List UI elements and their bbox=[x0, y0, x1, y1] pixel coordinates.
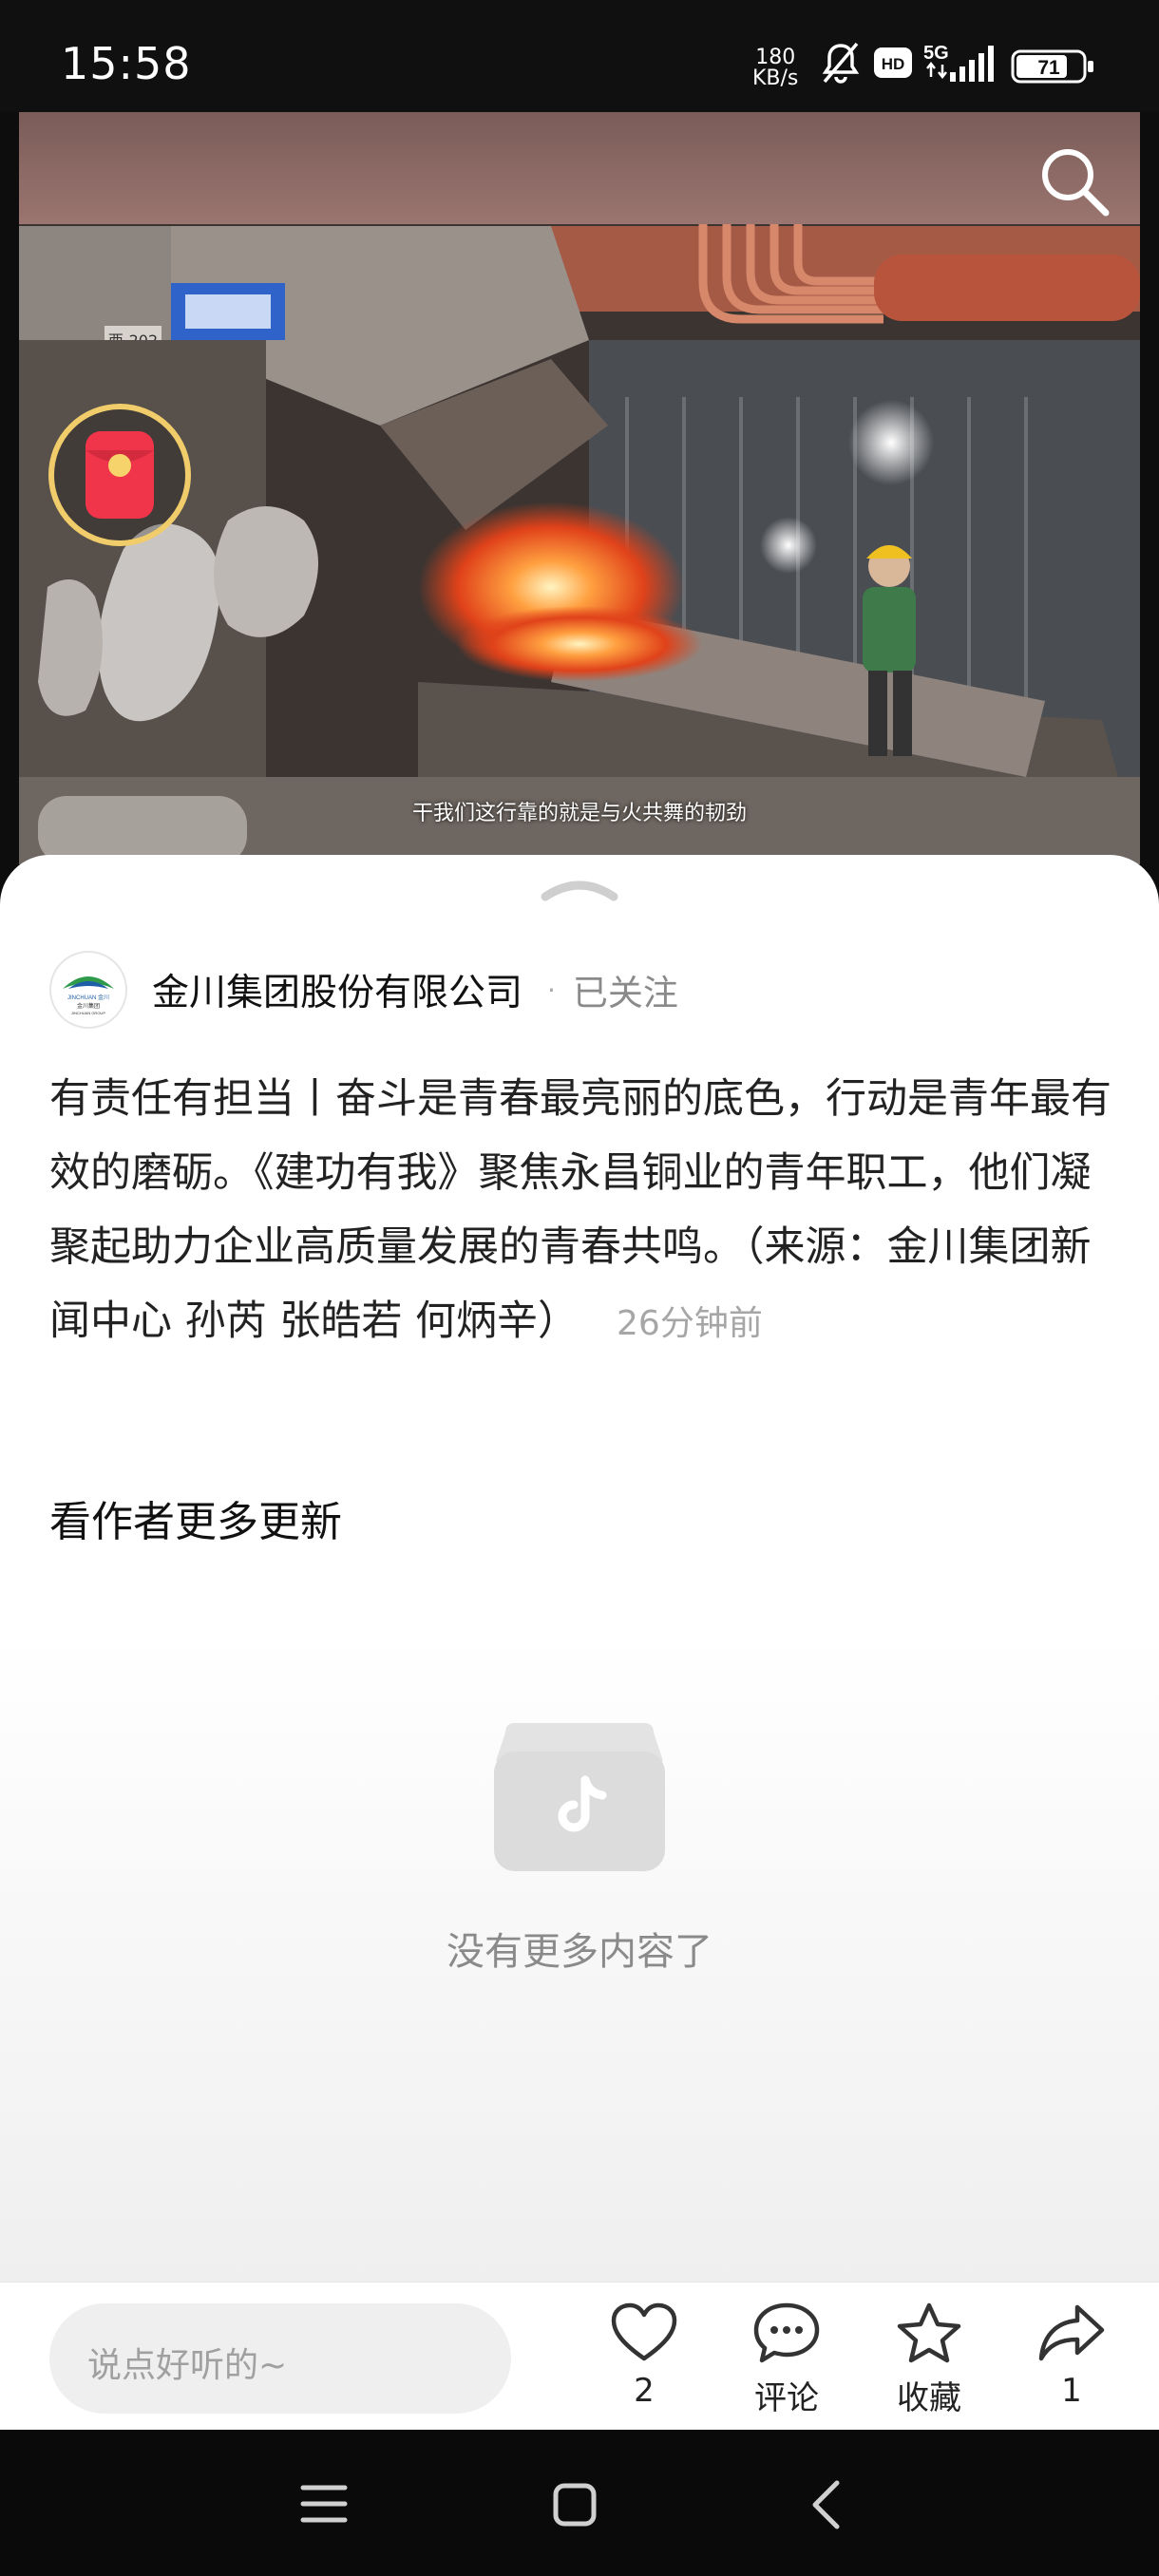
share-count: 1 bbox=[1061, 2372, 1082, 2410]
battery-level-text: 71 bbox=[1037, 57, 1060, 79]
author-avatar[interactable]: JINCHUAN 金川 金川集团 JINCHUAN GROUP bbox=[49, 951, 127, 1029]
logo-subtext-en: JINCHUAN GROUP bbox=[71, 1011, 105, 1015]
network-speed-value: 180 bbox=[755, 46, 796, 69]
network-speed-unit: KB/s bbox=[752, 66, 799, 90]
hd-badge-text: HD bbox=[882, 55, 905, 73]
signal-5g-icon: 5G bbox=[923, 42, 999, 91]
video-subtitle: 干我们这行靠的就是与火共舞的韧劲 bbox=[411, 802, 747, 825]
like-count: 2 bbox=[634, 2372, 655, 2410]
more-updates-title: 看作者更多更新 bbox=[49, 1498, 342, 1546]
system-navigation-bar bbox=[0, 2430, 1159, 2576]
logo-subtext: 金川集团 bbox=[77, 1002, 100, 1010]
post-detail-sheet: JINCHUAN 金川 金川集团 JINCHUAN GROUP 金川集团股份有限… bbox=[0, 855, 1159, 2282]
collapse-handle-icon[interactable] bbox=[540, 874, 619, 906]
mute-bell-icon bbox=[821, 42, 861, 87]
comment-placeholder: 说点好听的~ bbox=[87, 2346, 288, 2385]
red-packet-button[interactable] bbox=[46, 401, 194, 549]
network-speed: 180 KB/s bbox=[752, 47, 798, 89]
back-icon[interactable] bbox=[809, 2479, 842, 2534]
empty-box-icon bbox=[486, 1719, 673, 1881]
post-description: 有责任有担当丨奋斗是青春最亮丽的底色，行动是青年最有效的磨砺。《建功有我》聚焦永… bbox=[49, 1062, 1113, 1361]
status-bar: 15:58 180 KB/s HD 5G 71 bbox=[0, 0, 1159, 112]
heart-icon bbox=[611, 2302, 677, 2361]
post-description-text: 有责任有担当丨奋斗是青春最亮丽的底色，行动是青年最有效的磨砺。《建功有我》聚焦永… bbox=[49, 1075, 1112, 1345]
comment-button[interactable]: 评论 bbox=[730, 2301, 844, 2418]
author-row: JINCHUAN 金川 金川集团 JINCHUAN GROUP 金川集团股份有限… bbox=[49, 951, 678, 1029]
home-icon[interactable] bbox=[553, 2483, 597, 2530]
favorite-label: 收藏 bbox=[897, 2379, 961, 2417]
follow-status[interactable]: 已关注 bbox=[573, 964, 678, 1015]
like-button[interactable]: 2 bbox=[587, 2301, 701, 2410]
author-name[interactable]: 金川集团股份有限公司 bbox=[152, 963, 522, 1016]
comment-bubble-icon bbox=[753, 2302, 820, 2363]
search-icon[interactable] bbox=[1036, 142, 1113, 224]
logo-text: JINCHUAN 金川 bbox=[67, 994, 109, 1001]
red-packet-icon bbox=[48, 404, 191, 546]
jinchuan-logo-icon: JINCHUAN 金川 金川集团 JINCHUAN GROUP bbox=[63, 976, 114, 1015]
hd-badge-icon: HD bbox=[874, 47, 912, 82]
network-type-text: 5G bbox=[923, 43, 949, 64]
post-timestamp: 26分钟前 bbox=[617, 1304, 763, 1343]
follow-separator: · bbox=[547, 974, 556, 1006]
status-time: 15:58 bbox=[61, 38, 192, 89]
share-button[interactable]: 1 bbox=[1015, 2301, 1129, 2410]
share-arrow-icon bbox=[1038, 2304, 1105, 2361]
comment-input[interactable]: 说点好听的~ bbox=[49, 2303, 511, 2414]
favorite-button[interactable]: 收藏 bbox=[872, 2301, 986, 2418]
bottom-action-bar: 说点好听的~ 2 评论 收藏 1 bbox=[0, 2282, 1159, 2431]
battery-icon: 71 bbox=[1011, 49, 1096, 87]
menu-icon[interactable] bbox=[300, 2483, 348, 2529]
star-icon bbox=[897, 2302, 961, 2363]
comment-label: 评论 bbox=[754, 2379, 819, 2417]
empty-state-text: 没有更多内容了 bbox=[446, 1930, 712, 1974]
